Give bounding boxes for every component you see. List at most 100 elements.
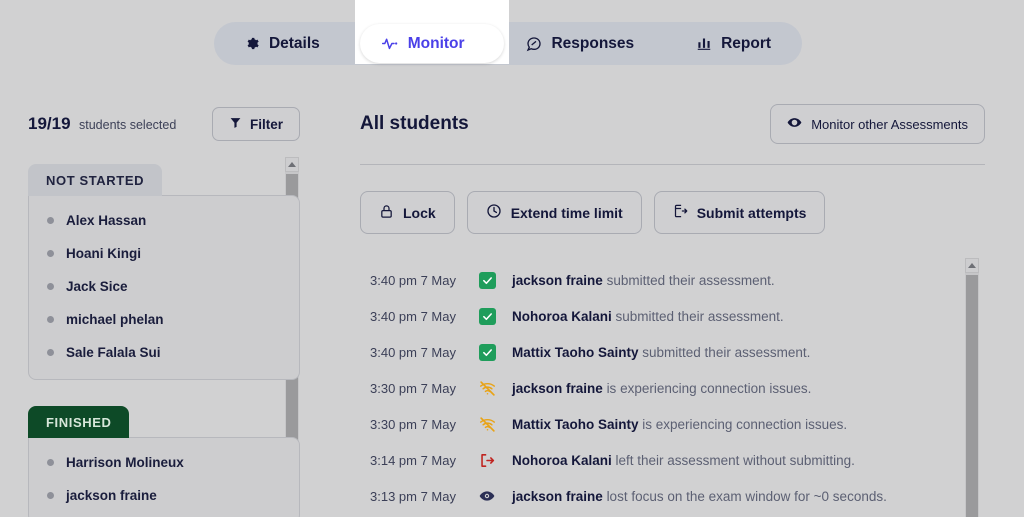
event-timestamp: 3:40 pm 7 May	[370, 308, 456, 324]
event-timestamp: 3:30 pm 7 May	[370, 380, 456, 396]
gear-icon	[245, 36, 260, 51]
timeline-event: 3:30 pm 7 May Mattix Taoho Sainty is exp…	[360, 406, 960, 442]
lock-icon	[379, 204, 394, 222]
event-action-text: submitted their assessment.	[642, 344, 811, 360]
tab-responses-label: Responses	[551, 34, 635, 52]
list-item[interactable]: jackson fraine	[29, 479, 299, 512]
main-header: All students Monitor other Assessments	[360, 104, 985, 144]
chevron-up-icon	[968, 263, 976, 268]
speech-bubble-icon	[526, 36, 542, 52]
student-name: Hoani Kingi	[66, 246, 141, 261]
group-header-finished[interactable]: FINISHED	[28, 406, 130, 438]
event-description: jackson fraine is experiencing connectio…	[504, 381, 811, 396]
check-square-icon	[470, 307, 504, 325]
action-button-row: Lock Extend time limit Submit attempts	[360, 191, 985, 234]
timeline-scrollbar[interactable]	[965, 258, 979, 517]
sidebar-header: 19/19 students selected Filter	[28, 104, 300, 144]
tab-report-label: Report	[721, 34, 772, 52]
exit-icon	[470, 452, 504, 469]
submit-document-icon	[673, 203, 688, 222]
monitor-other-label: Monitor other Assessments	[811, 116, 968, 132]
wifi-off-icon	[470, 380, 504, 397]
page-title: All students	[360, 113, 469, 134]
tab-report[interactable]: Report	[665, 22, 802, 65]
scroll-up-button[interactable]	[965, 258, 979, 273]
status-dot-icon	[47, 283, 54, 290]
activity-timeline: 3:40 pm 7 May jackson fraine submitted t…	[360, 262, 960, 514]
check-square-icon	[470, 343, 504, 361]
lock-button[interactable]: Lock	[360, 191, 455, 234]
event-timestamp: 3:40 pm 7 May	[370, 344, 456, 360]
status-dot-icon	[47, 492, 54, 499]
selected-students-count: 19/19 students selected	[28, 114, 176, 134]
timeline-event: 3:30 pm 7 May jackson fraine is experien…	[360, 370, 960, 406]
timeline-event: 3:14 pm 7 May Nohoroa Kalani left their …	[360, 442, 960, 478]
event-student-name: Nohoroa Kalani	[512, 452, 612, 468]
status-dot-icon	[47, 349, 54, 356]
filter-button[interactable]: Filter	[211, 107, 300, 141]
student-name: jackson fraine	[66, 488, 157, 503]
submit-attempts-button[interactable]: Submit attempts	[653, 191, 826, 234]
tab-responses[interactable]: Responses	[496, 22, 666, 65]
event-student-name: Mattix Taoho Sainty	[512, 416, 639, 432]
tab-details[interactable]: Details	[214, 22, 351, 65]
tab-list: Details Monitor Responses Report	[214, 22, 802, 65]
list-item[interactable]: Alex Hassan	[29, 204, 299, 237]
student-group-finished: FINISHED Harrison Molineux jackson frain…	[28, 406, 300, 517]
event-student-name: jackson fraine	[512, 488, 603, 504]
wifi-off-icon	[470, 416, 504, 433]
list-item[interactable]: Jack Sice	[29, 270, 299, 303]
list-item[interactable]: Harrison Molineux	[29, 446, 299, 479]
tab-monitor-label: Monitor	[407, 34, 465, 52]
event-description: Nohoroa Kalani left their assessment wit…	[504, 453, 855, 468]
status-dot-icon	[47, 217, 54, 224]
pulse-icon	[381, 36, 399, 51]
header-divider	[360, 164, 985, 165]
group-header-not-started[interactable]: NOT STARTED	[28, 164, 163, 196]
student-name: Sale Falala Sui	[66, 345, 161, 360]
status-dot-icon	[47, 316, 54, 323]
submit-attempts-label: Submit attempts	[696, 204, 807, 221]
list-item[interactable]: michael phelan	[29, 303, 299, 336]
selected-count-value: 19/19	[28, 114, 71, 133]
eye-icon	[470, 488, 504, 504]
group-list-not-started: Alex Hassan Hoani Kingi Jack Sice michae…	[28, 195, 300, 380]
tab-monitor[interactable]: Monitor	[351, 22, 496, 65]
student-name: Jack Sice	[66, 279, 128, 294]
event-timestamp: 3:30 pm 7 May	[370, 416, 456, 432]
event-student-name: jackson fraine	[512, 272, 603, 288]
timeline-event: 3:40 pm 7 May jackson fraine submitted t…	[360, 262, 960, 298]
event-description: Mattix Taoho Sainty submitted their asse…	[504, 345, 810, 360]
event-timestamp: 3:13 pm 7 May	[370, 488, 456, 504]
chevron-up-icon	[288, 162, 296, 167]
monitor-other-assessments-button[interactable]: Monitor other Assessments	[770, 104, 985, 144]
event-student-name: Nohoroa Kalani	[512, 308, 612, 324]
event-action-text: is experiencing connection issues.	[642, 416, 848, 432]
list-item[interactable]: Hoani Kingi	[29, 237, 299, 270]
status-dot-icon	[47, 459, 54, 466]
check-square-icon	[470, 271, 504, 289]
event-action-text: lost focus on the exam window for ~0 sec…	[606, 488, 887, 504]
timeline-event: 3:40 pm 7 May Mattix Taoho Sainty submit…	[360, 334, 960, 370]
tab-details-label: Details	[268, 34, 320, 52]
timeline-event: 3:13 pm 7 May jackson fraine lost focus …	[360, 478, 960, 514]
student-group-not-started: NOT STARTED Alex Hassan Hoani Kingi Jack…	[28, 164, 300, 380]
scroll-up-button[interactable]	[285, 157, 299, 172]
event-student-name: Mattix Taoho Sainty	[512, 344, 639, 360]
event-timestamp: 3:14 pm 7 May	[370, 452, 456, 468]
event-description: jackson fraine lost focus on the exam wi…	[504, 489, 887, 504]
timeline-event: 3:40 pm 7 May Nohoroa Kalani submitted t…	[360, 298, 960, 334]
scrollbar-thumb[interactable]	[966, 275, 978, 517]
student-name: michael phelan	[66, 312, 164, 327]
event-description: Mattix Taoho Sainty is experiencing conn…	[504, 417, 847, 432]
list-item[interactable]: Sale Falala Sui	[29, 336, 299, 369]
event-action-text: submitted their assessment.	[606, 272, 775, 288]
group-list-finished: Harrison Molineux jackson fraine	[28, 437, 300, 517]
selected-count-label: students selected	[79, 118, 177, 132]
bar-chart-icon	[696, 36, 712, 51]
assessment-tab-bar: Details Monitor Responses Report	[214, 0, 802, 65]
monitor-main-panel: All students Monitor other Assessments L…	[360, 104, 985, 514]
extend-time-limit-button[interactable]: Extend time limit	[466, 191, 642, 234]
student-name: Harrison Molineux	[66, 455, 184, 470]
lock-label: Lock	[403, 204, 436, 221]
